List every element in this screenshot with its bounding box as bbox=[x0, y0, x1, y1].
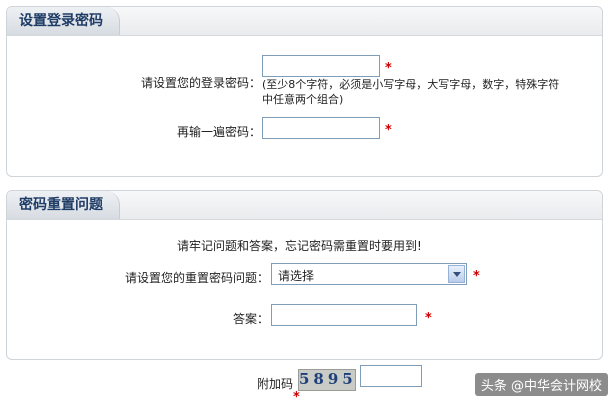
password-input[interactable] bbox=[262, 55, 380, 77]
confirm-password-input[interactable] bbox=[262, 117, 380, 139]
required-mark: * bbox=[385, 123, 392, 138]
answer-input[interactable] bbox=[271, 304, 417, 326]
captcha-label: 附加码 bbox=[257, 377, 294, 391]
required-mark: * bbox=[293, 390, 300, 405]
password-hint: (至少8个字符，必须是小写字母，大写字母，数字，特殊字符中任意两个组合) bbox=[262, 78, 560, 106]
reset-notice: 请牢记问题和答案，忘记密码需重置时要用到! bbox=[177, 239, 422, 253]
confirm-password-label: 再输一遍密码： bbox=[176, 125, 261, 139]
captcha-input[interactable] bbox=[360, 365, 422, 387]
required-mark: * bbox=[385, 61, 392, 76]
panel-header: 设置登录密码 bbox=[7, 7, 602, 36]
panel-header: 密码重置问题 bbox=[7, 191, 602, 220]
chevron-down-icon[interactable] bbox=[448, 265, 465, 283]
question-select[interactable]: 请选择 bbox=[271, 263, 467, 285]
answer-label: 答案： bbox=[232, 312, 269, 326]
required-mark: * bbox=[473, 269, 480, 284]
password-label: 请设置您的登录密码： bbox=[140, 76, 261, 90]
required-mark: * bbox=[425, 311, 432, 326]
question-label: 请设置您的重置密码问题： bbox=[124, 271, 269, 285]
captcha-image[interactable]: 5895 bbox=[298, 369, 356, 391]
panel-title: 密码重置问题 bbox=[7, 191, 120, 219]
panel-title: 设置登录密码 bbox=[7, 7, 120, 35]
reset-question-panel: 密码重置问题 请牢记问题和答案，忘记密码需重置时要用到! 请设置您的重置密码问题… bbox=[6, 190, 603, 360]
question-select-value: 请选择 bbox=[278, 269, 315, 283]
watermark: 头条 @中华会计网校 bbox=[474, 373, 608, 396]
login-password-panel: 设置登录密码 请设置您的登录密码： * (至少8个字符，必须是小写字母，大写字母… bbox=[6, 6, 603, 177]
